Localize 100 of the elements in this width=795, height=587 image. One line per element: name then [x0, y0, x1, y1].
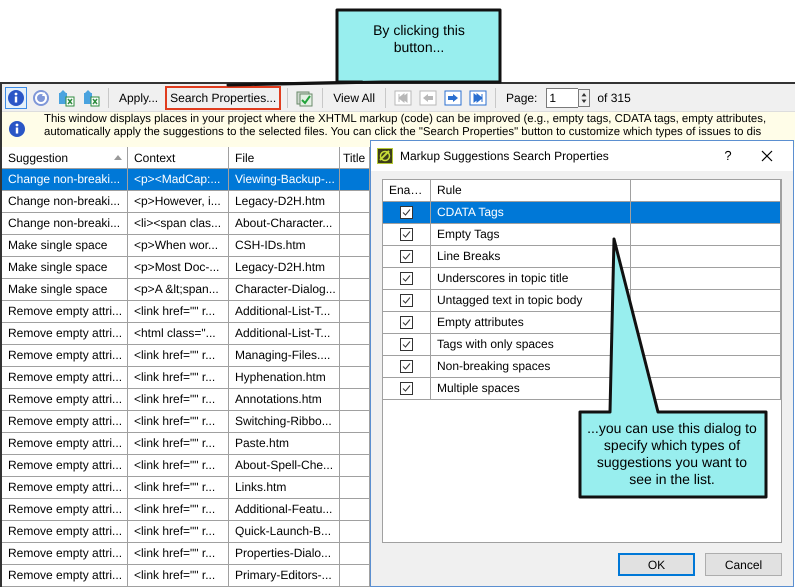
table-cell: <p>A &lt;span...: [128, 279, 229, 300]
table-cell: Remove empty attri...: [2, 455, 128, 476]
page-total: of 315: [597, 90, 631, 106]
checkbox[interactable]: [400, 294, 413, 307]
toolbar-button[interactable]: Search Properties...: [165, 86, 282, 110]
table-row[interactable]: Change non-breaki... <p><MadCap:... Viewing-Backup-...: [2, 169, 370, 191]
checkbox[interactable]: [400, 360, 413, 373]
table-cell: Properties-Dialo...: [229, 543, 340, 564]
table-row[interactable]: Remove empty attri... <link href="" r... Switching-Ribbo...: [2, 411, 370, 433]
table-row[interactable]: Change non-breaki... <p>However, i... Legacy-D2H.htm: [2, 191, 370, 213]
page-field[interactable]: 1: [546, 88, 578, 108]
last-page-icon[interactable]: [469, 88, 488, 106]
table-row[interactable]: Remove empty attri... <link href="" r... Managing-Files....: [2, 345, 370, 367]
table-cell: Remove empty attri...: [2, 323, 128, 344]
table-row[interactable]: Remove empty attri... <link href="" r... Paste.htm: [2, 433, 370, 455]
checkbox[interactable]: [400, 250, 413, 263]
callout-text: By clicking this button...: [372, 22, 466, 56]
table-cell: Change non-breaki...: [2, 191, 128, 212]
table-cell: <link href="" r...: [128, 433, 229, 454]
table-cell: <link href="" r...: [128, 367, 229, 388]
table-cell: <link href="" r...: [128, 455, 229, 476]
table-row[interactable]: Remove empty attri... <html class="... Additional-List-T...: [2, 323, 370, 345]
table-cell: <link href="" r...: [128, 521, 229, 542]
table-cell: <p><MadCap:...: [128, 169, 229, 190]
checkbox[interactable]: [400, 206, 413, 219]
table-cell: <link href="" r...: [128, 477, 229, 498]
table-cell: <link href="" r...: [128, 345, 229, 366]
table-row[interactable]: Remove empty attri... <link href="" r... Annotations.htm: [2, 389, 370, 411]
table-cell: About-Spell-Che...: [229, 455, 340, 476]
table-row[interactable]: Change non-breaki... <li><span clas... About-Character...: [2, 213, 370, 235]
table-cell: CSH-IDs.htm: [229, 235, 340, 256]
table-cell: Remove empty attri...: [2, 543, 128, 564]
table-cell: Change non-breaki...: [2, 169, 128, 190]
table-cell: Remove empty attri...: [2, 345, 128, 366]
table-cell: Paste.htm: [229, 433, 340, 454]
table-cell: Remove empty attri...: [2, 521, 128, 542]
table-row[interactable]: Remove empty attri... <link href="" r... Quick-Launch-B...: [2, 521, 370, 543]
table-cell: <html class="...: [128, 323, 229, 344]
table-row[interactable]: Remove empty attri... <link href="" r... Hyphenation.htm: [2, 367, 370, 389]
app-logo-icon: [377, 148, 393, 164]
table-cell: Remove empty attri...: [2, 499, 128, 520]
table-row[interactable]: Make single space <p>A &lt;span... Character-Dialog...: [2, 279, 370, 301]
table-cell: Legacy-D2H.htm: [229, 257, 340, 278]
table-row[interactable]: Remove empty attri... <link href="" r... Additional-List-T...: [2, 301, 370, 323]
rule-row[interactable]: Empty Tags: [383, 224, 781, 246]
dialog-button[interactable]: Cancel: [705, 553, 782, 576]
info-icon: [8, 120, 26, 138]
table-cell: Remove empty attri...: [2, 301, 128, 322]
table-cell: <p>Most Doc-...: [128, 257, 229, 278]
table-cell: Switching-Ribbo...: [229, 411, 340, 432]
rule-row[interactable]: CDATA Tags: [383, 202, 781, 224]
next-page-icon[interactable]: [444, 88, 462, 106]
table-row[interactable]: Make single space <p>When wor... CSH-IDs.htm: [2, 235, 370, 257]
table-cell: Hyphenation.htm: [229, 367, 340, 388]
table-cell: <p>When wor...: [128, 235, 229, 256]
table-cell: <link href="" r...: [128, 499, 229, 520]
help-button[interactable]: ?: [716, 146, 740, 166]
table-row[interactable]: Remove empty attri... <link href="" r... Primary-Editors-...: [2, 565, 370, 587]
table-row[interactable]: Make single space <p>Most Doc-... Legacy-D2H.htm: [2, 257, 370, 279]
table-cell: Remove empty attri...: [2, 389, 128, 410]
table-cell: Primary-Editors-...: [229, 565, 340, 586]
column-header[interactable]: Rule: [431, 180, 631, 201]
toolbar-button[interactable]: View All: [329, 86, 380, 108]
table-row[interactable]: Remove empty attri... <link href="" r... About-Spell-Che...: [2, 455, 370, 477]
checkbox[interactable]: [400, 338, 413, 351]
table-cell: Links.htm: [229, 477, 340, 498]
table-cell: Change non-breaki...: [2, 213, 128, 234]
table-cell: Annotations.htm: [229, 389, 340, 410]
table-cell: Remove empty attri...: [2, 477, 128, 498]
table-cell: <link href="" r...: [128, 411, 229, 432]
table-cell: Make single space: [2, 235, 128, 256]
table-cell: Managing-Files....: [229, 345, 340, 366]
spinner-icon[interactable]: [578, 88, 590, 106]
close-icon: [761, 150, 773, 162]
table-cell: Remove empty attri...: [2, 565, 128, 586]
table-cell: Additional-List-T...: [229, 301, 340, 322]
dialog-button[interactable]: OK: [618, 553, 695, 576]
table-cell: Additional-Featu...: [229, 499, 340, 520]
checkbox[interactable]: [400, 272, 413, 285]
table-cell: About-Character...: [229, 213, 340, 234]
table-row[interactable]: Remove empty attri... <link href="" r... Properties-Dialo...: [2, 543, 370, 565]
column-header[interactable]: Title: [340, 147, 370, 168]
table-row[interactable]: Remove empty attri... <link href="" r... Links.htm: [2, 477, 370, 499]
callout-text: ...you can use this dialog to specify which types of suggestions you want to see in the list.: [586, 420, 758, 488]
column-header[interactable]: Ena…: [383, 180, 431, 201]
page-label: Page:: [506, 90, 538, 106]
checkbox[interactable]: [400, 382, 413, 395]
rule-name: CDATA Tags: [431, 202, 631, 223]
checkbox[interactable]: [400, 228, 413, 241]
checkbox[interactable]: [400, 316, 413, 329]
table-cell: Make single space: [2, 279, 128, 300]
table-cell: Make single space: [2, 257, 128, 278]
table-cell: Legacy-D2H.htm: [229, 191, 340, 212]
table-cell: Remove empty attri...: [2, 433, 128, 454]
table-cell: <link href="" r...: [128, 301, 229, 322]
table-row[interactable]: Remove empty attri... <link href="" r... Additional-Featu...: [2, 499, 370, 521]
table-cell: Viewing-Backup-...: [229, 169, 340, 190]
table-cell: Additional-List-T...: [229, 323, 340, 344]
table-cell: <li><span clas...: [128, 213, 229, 234]
toolbar-button[interactable]: Apply...: [115, 86, 162, 108]
